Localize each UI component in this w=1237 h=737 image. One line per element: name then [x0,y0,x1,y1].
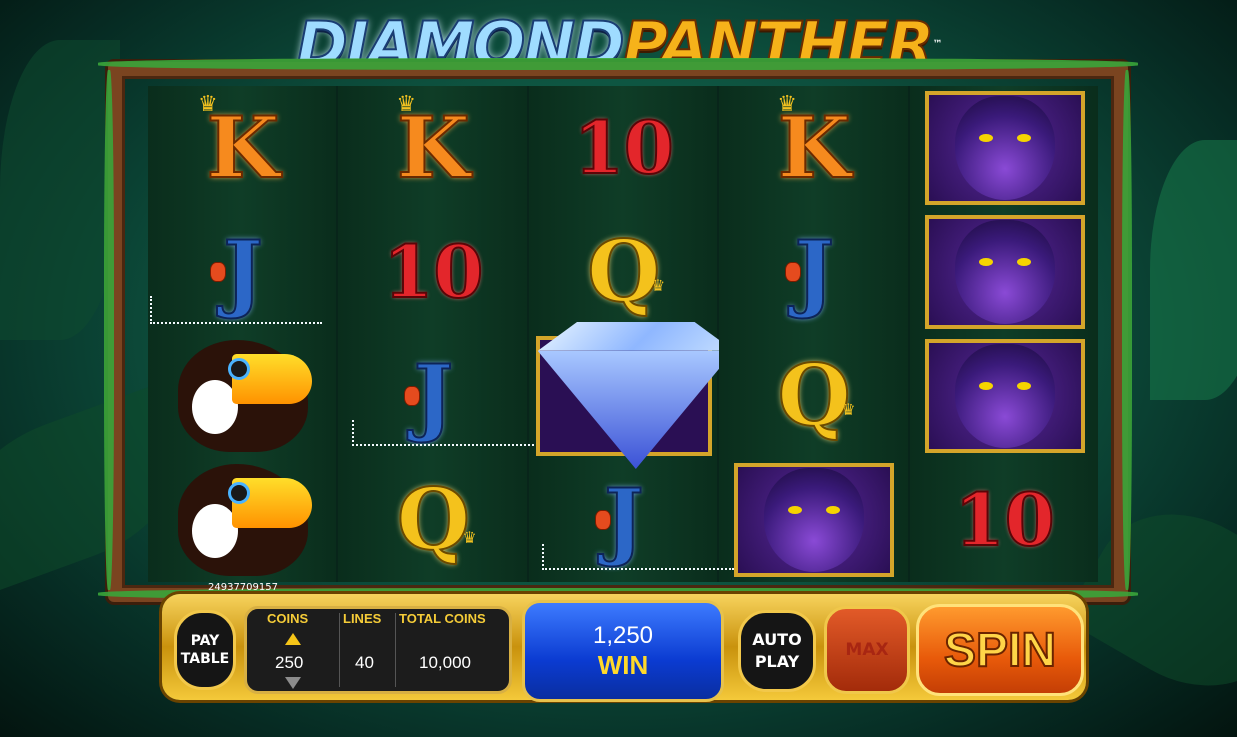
symbol-letter: 10 [954,477,1056,562]
gem-icon [785,262,802,282]
symbol-letter: Q [586,222,661,321]
symbol-letter: K [777,98,852,197]
bet-info-panel: COINS 250 LINES 40 TOTAL COINS 10,000 [244,606,512,694]
pay-table-label: PAY TABLE [180,633,230,667]
crown-icon: ♛ [462,528,477,547]
symbol-letter: Q [396,470,471,569]
symbol-letter: K [396,98,471,197]
toucan-symbol-icon [148,458,338,582]
divider [339,613,340,687]
symbol-q: Q ♛ [529,210,719,334]
reel-4: ♛ K J Q ♛ [719,86,910,582]
symbol-q: Q ♛ [719,334,909,458]
symbol-10: 10 [338,210,528,334]
lines-value: 40 [355,653,374,672]
reel-1: ♛ K J [148,86,339,582]
symbol-letter: 10 [573,105,675,190]
panther-symbol-icon [910,86,1100,210]
symbol-letter: K [205,98,280,197]
auto-play-button[interactable]: AUTO PLAY [738,610,816,692]
panther-symbol-icon [719,458,909,582]
vine-decoration [1122,70,1132,590]
serial-number: 24937709157 [208,582,278,593]
diamond-symbol-icon [529,322,734,469]
win-amount: 1,250 [592,621,654,649]
gem-icon [594,510,611,530]
reel-2: ♛ K 10 J Q ♛ [338,86,529,582]
gem-icon [210,262,226,282]
symbol-10: 10 [529,86,719,210]
coins-increase-icon[interactable] [285,633,301,645]
spin-button[interactable]: SPIN [916,604,1084,696]
panther-symbol-icon [910,210,1100,334]
auto-play-label: AUTO PLAY [752,630,802,671]
payline-trace [542,544,734,570]
max-bet-button[interactable]: MAX [824,606,910,694]
coins-decrease-icon[interactable] [285,677,301,689]
symbol-q: Q ♛ [338,458,528,582]
divider [395,613,396,687]
crown-icon: ♛ [841,400,856,419]
spin-label: SPIN [943,623,1057,678]
total-coins-label: TOTAL COINS [399,611,486,626]
reel-3: 10 Q ♛ J [528,86,734,582]
reel-grid: ♛ K J ♛ K 10 J Q ♛ 10 Q ♛ J ♛ K J Q ♛ 10 [148,86,1100,582]
coins-value: 250 [275,653,304,672]
symbol-letter: 10 [382,229,484,314]
payline-trace [352,420,534,446]
win-label: WIN [597,649,649,680]
crown-icon: ♛ [198,92,218,117]
crown-icon: ♛ [777,92,797,117]
symbol-k: ♛ K [148,86,338,210]
vine-decoration [104,70,114,590]
pay-table-button[interactable]: PAY TABLE [174,610,236,690]
symbol-j: J [719,210,909,334]
max-label: MAX [845,640,889,660]
symbol-letter: Q [777,346,852,445]
payline-trace [150,296,322,324]
gem-icon [404,386,421,406]
toucan-symbol-icon [148,334,338,458]
win-display: 1,250 WIN [522,600,724,702]
reel-5: 10 [909,86,1100,582]
trademark: ™ [932,39,943,50]
symbol-k: ♛ K [719,86,909,210]
panther-symbol-icon [910,334,1100,458]
total-coins-value: 10,000 [419,653,471,672]
coins-label: COINS [267,611,309,626]
crown-icon: ♛ [396,92,417,117]
background-leaf [1150,140,1237,400]
vine-decoration [98,58,1138,70]
symbol-k: ♛ K [338,86,528,210]
symbol-10: 10 [910,458,1100,582]
lines-label: LINES [343,611,382,626]
crown-icon: ♛ [650,276,666,295]
